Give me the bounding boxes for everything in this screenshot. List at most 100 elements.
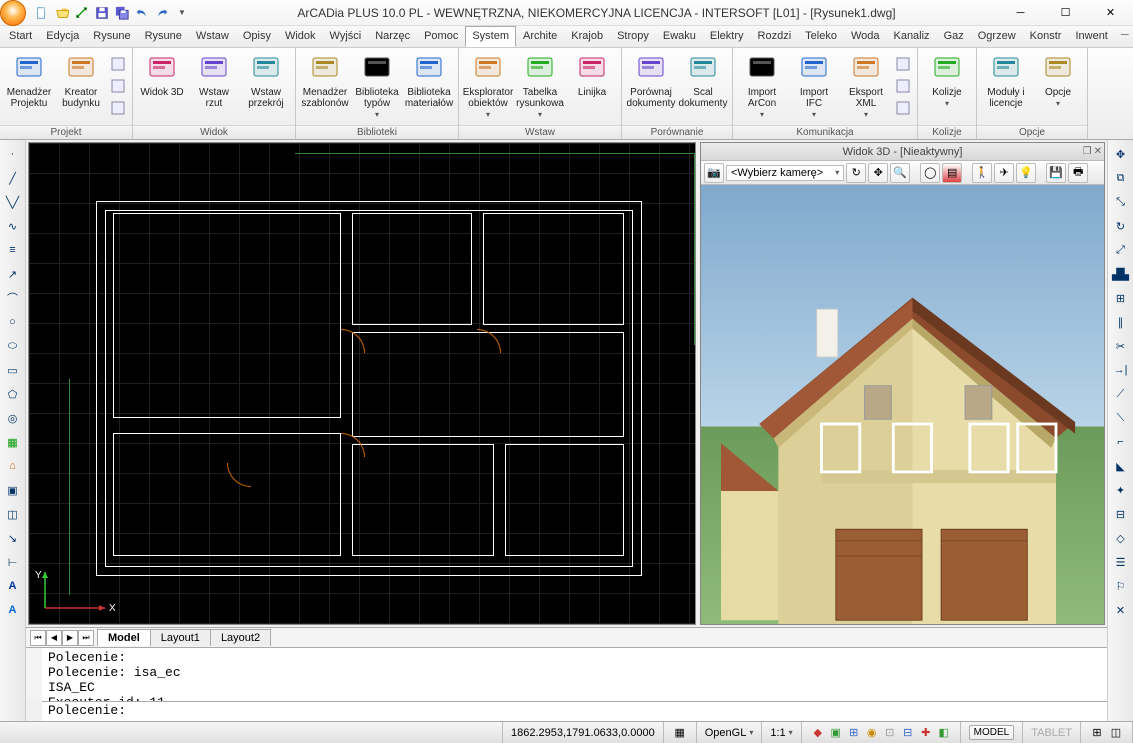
qat-dropdown-icon[interactable]: ▼ bbox=[173, 4, 191, 22]
snap-2-icon[interactable]: ▣ bbox=[828, 725, 844, 741]
donut-icon[interactable]: ◎ bbox=[3, 408, 23, 428]
fly-icon[interactable]: ✈ bbox=[994, 163, 1014, 183]
command-input[interactable]: Polecenie: bbox=[42, 701, 1107, 721]
tab-model[interactable]: Model bbox=[97, 629, 151, 646]
saveall-icon[interactable] bbox=[113, 4, 131, 22]
status-tablet[interactable]: TABLET bbox=[1023, 722, 1081, 743]
light-icon[interactable]: 💡 bbox=[1016, 163, 1036, 183]
tab-last-icon[interactable]: ⏭ bbox=[78, 630, 94, 646]
align-icon[interactable]: ⊟ bbox=[1111, 504, 1131, 524]
spline-icon[interactable]: ∿ bbox=[3, 216, 23, 236]
match-icon[interactable]: ⚐ bbox=[1111, 576, 1131, 596]
insert-icon[interactable]: ⌂ bbox=[3, 456, 23, 476]
menu-krajob[interactable]: Krajob bbox=[564, 26, 610, 47]
offset-icon[interactable]: ∥ bbox=[1111, 312, 1131, 332]
menu-widok[interactable]: Widok bbox=[278, 26, 323, 47]
tab-next-icon[interactable]: ▶ bbox=[62, 630, 78, 646]
close-button[interactable]: ✕ bbox=[1088, 0, 1133, 26]
snap-6-icon[interactable]: ⊟ bbox=[900, 725, 916, 741]
snap-3-icon[interactable]: ⊞ bbox=[846, 725, 862, 741]
ribbon-scal-dokumenty[interactable]: Scal dokumenty bbox=[678, 50, 728, 125]
status-model[interactable]: MODEL bbox=[961, 722, 1024, 743]
status-renderer[interactable]: OpenGL ▾ bbox=[697, 722, 763, 743]
menu-opisy[interactable]: Opisy bbox=[236, 26, 278, 47]
move-icon[interactable]: ✥ bbox=[1111, 144, 1131, 164]
ribbon-small-0-0[interactable] bbox=[108, 54, 128, 74]
join-icon[interactable]: ⟍ bbox=[1111, 408, 1131, 428]
ribbon-widok-3d[interactable]: Widok 3D bbox=[137, 50, 187, 125]
block-icon[interactable]: ▣ bbox=[3, 480, 23, 500]
menu-ewaku[interactable]: Ewaku bbox=[656, 26, 703, 47]
extend-icon[interactable]: →| bbox=[1111, 360, 1131, 380]
ribbon-por-wnaj-dokumenty[interactable]: Porównaj dokumenty bbox=[626, 50, 676, 125]
ribbon-biblioteka-materia-w[interactable]: Biblioteka materiałów bbox=[404, 50, 454, 125]
undo-icon[interactable] bbox=[133, 4, 151, 22]
point-icon[interactable]: · bbox=[3, 144, 23, 164]
ribbon-kolizje[interactable]: Kolizje ▾ bbox=[922, 50, 972, 125]
menu-wyjści[interactable]: Wyjści bbox=[323, 26, 369, 47]
maximize-button[interactable]: ☐ bbox=[1043, 0, 1088, 26]
menu-system[interactable]: System bbox=[465, 26, 516, 47]
break-icon[interactable]: ⟋ bbox=[1111, 384, 1131, 404]
menu-start[interactable]: Start bbox=[2, 26, 39, 47]
mdi-minimize-icon[interactable]: ─ bbox=[1121, 29, 1129, 44]
wireframe-icon[interactable]: ◯ bbox=[920, 163, 940, 183]
ribbon-small-5-1[interactable] bbox=[893, 76, 913, 96]
rotate-icon[interactable]: ↻ bbox=[1111, 216, 1131, 236]
panel-close-icon[interactable]: ✕ bbox=[1094, 146, 1102, 157]
menu-wstaw[interactable]: Wstaw bbox=[189, 26, 236, 47]
ribbon-import-arcon[interactable]: Import ArCon ▾ bbox=[737, 50, 787, 125]
snap-7-icon[interactable]: ✚ bbox=[918, 725, 934, 741]
status-toggle-1[interactable]: ▦ bbox=[664, 722, 697, 743]
ribbon-menad-er-projektu[interactable]: Menadżer Projektu bbox=[4, 50, 54, 125]
ellipse-icon[interactable]: ⬭ bbox=[3, 336, 23, 356]
ribbon-small-5-0[interactable] bbox=[893, 54, 913, 74]
snap-5-icon[interactable]: ⊡ bbox=[882, 725, 898, 741]
chamfer-icon[interactable]: ◣ bbox=[1111, 456, 1131, 476]
menu-pomoc[interactable]: Pomoc bbox=[417, 26, 465, 47]
snap-4-icon[interactable]: ◉ bbox=[864, 725, 880, 741]
stretch-icon[interactable]: ⤡ bbox=[1111, 192, 1131, 212]
ribbon-opcje[interactable]: Opcje ▾ bbox=[1033, 50, 1083, 125]
status-end-1-icon[interactable]: ⊞ bbox=[1089, 725, 1105, 741]
minimize-button[interactable]: ─ bbox=[998, 0, 1043, 26]
snap-1-icon[interactable]: ◆ bbox=[810, 725, 826, 741]
save-icon[interactable] bbox=[93, 4, 111, 22]
ribbon-menad-er-szablon-w[interactable]: Menadżer szablonów bbox=[300, 50, 350, 125]
print-view-icon[interactable]: 🖶 bbox=[1068, 163, 1088, 183]
status-end-2-icon[interactable]: ◫ bbox=[1108, 725, 1124, 741]
ribbon-wstaw-rzut[interactable]: Wstaw rzut bbox=[189, 50, 239, 125]
arc-icon[interactable]: ⌒ bbox=[3, 288, 23, 308]
save-view-icon[interactable]: 💾 bbox=[1046, 163, 1066, 183]
panel-maximize-icon[interactable]: ❐ bbox=[1083, 146, 1092, 157]
walk-icon[interactable]: 🚶 bbox=[972, 163, 992, 183]
menu-narzęc[interactable]: Narzęc bbox=[368, 26, 417, 47]
ribbon-small-0-2[interactable] bbox=[108, 98, 128, 118]
menu-teleko[interactable]: Teleko bbox=[798, 26, 844, 47]
menu-rysune[interactable]: Rysune bbox=[86, 26, 137, 47]
ribbon-modu-y-i-licencje[interactable]: Moduły i licencje bbox=[981, 50, 1031, 125]
leader-icon[interactable]: ↘ bbox=[3, 528, 23, 548]
polygon-icon[interactable]: ⬠ bbox=[3, 384, 23, 404]
open-icon[interactable] bbox=[53, 4, 71, 22]
text-icon[interactable]: A bbox=[3, 600, 23, 620]
camera-select[interactable]: <Wybierz kamerę>▾ bbox=[726, 165, 844, 181]
menu-rozdzi[interactable]: Rozdzi bbox=[751, 26, 799, 47]
ribbon-small-0-1[interactable] bbox=[108, 76, 128, 96]
ribbon-eksplorator-obiekt-w[interactable]: Eksplorator obiektów ▾ bbox=[463, 50, 513, 125]
redo-icon[interactable] bbox=[153, 4, 171, 22]
dimension-icon[interactable] bbox=[73, 4, 91, 22]
multiline-icon[interactable]: ≡ bbox=[3, 240, 23, 260]
view-2d[interactable]: X Y bbox=[28, 142, 696, 625]
ribbon-import-ifc[interactable]: Import IFC ▾ bbox=[789, 50, 839, 125]
mirror-icon[interactable]: ▟▙ bbox=[1111, 264, 1131, 284]
line-icon[interactable]: ╱ bbox=[3, 168, 23, 188]
circle-icon[interactable]: ○ bbox=[3, 312, 23, 332]
rectangle-icon[interactable]: ▭ bbox=[3, 360, 23, 380]
tab-layout2[interactable]: Layout2 bbox=[210, 629, 271, 646]
hatch-icon[interactable]: ▦ bbox=[3, 432, 23, 452]
status-scale[interactable]: 1:1 ▾ bbox=[762, 722, 801, 743]
view-3d-canvas[interactable] bbox=[701, 185, 1104, 624]
properties-icon[interactable]: ☰ bbox=[1111, 552, 1131, 572]
polyline-icon[interactable]: ╲╱ bbox=[3, 192, 23, 212]
